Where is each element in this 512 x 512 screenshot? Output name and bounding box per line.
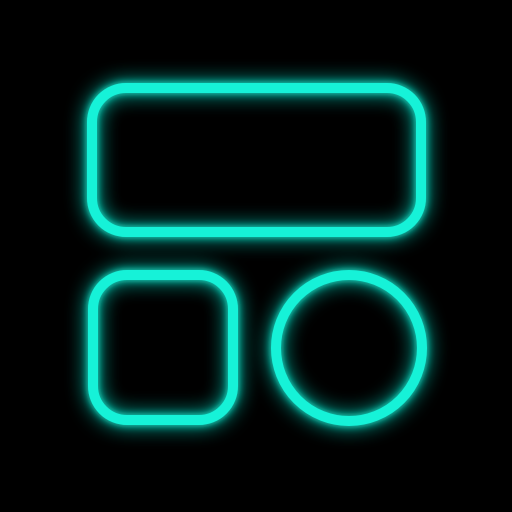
app-icon-canvas [0,0,512,512]
widget-layout-icon [0,0,512,512]
icon-background [0,0,512,512]
